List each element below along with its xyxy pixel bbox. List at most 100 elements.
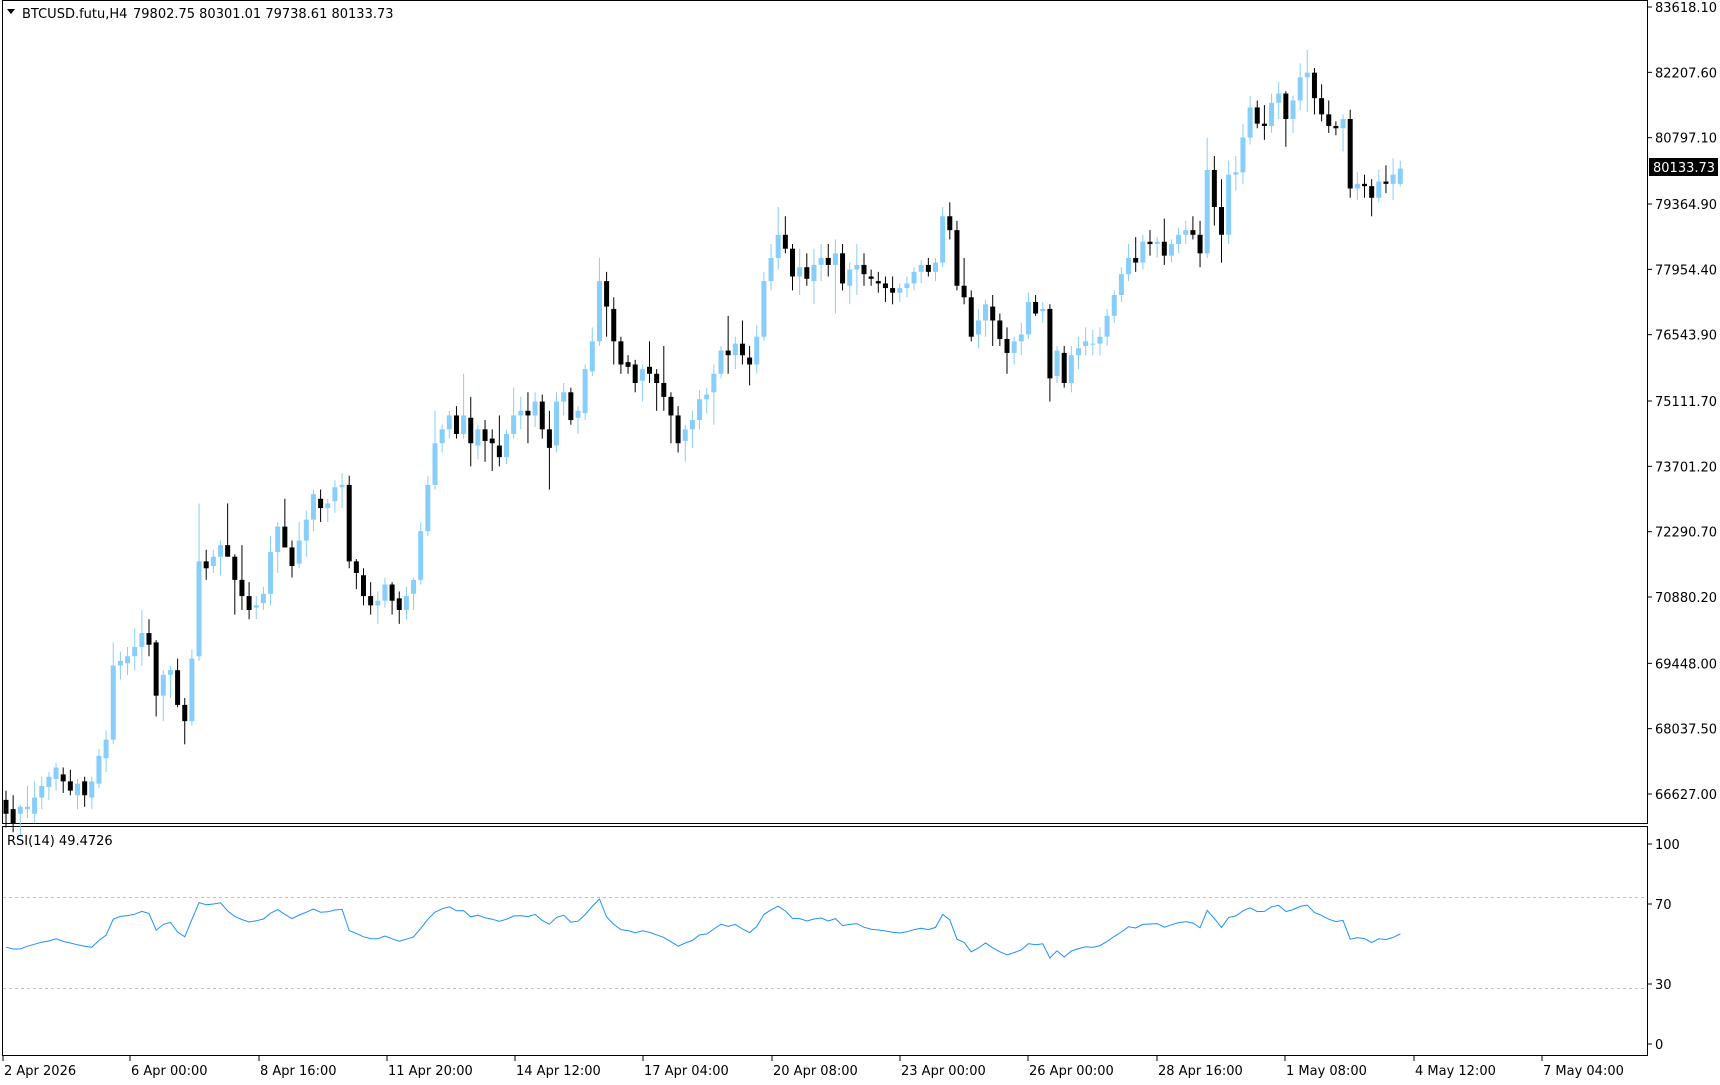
price-axis[interactable]: 83618.10 82207.60 80797.10 79364.90 77954.40… [1647,1,1717,803]
price-tick-label: 82207.60 [1655,66,1717,81]
candle-body [339,484,345,488]
candle-body [453,415,459,434]
price-tick-label: 83618.10 [1655,1,1717,16]
candle-body [67,781,73,791]
time-axis[interactable]: 2 Apr 2026 6 Apr 00:00 8 Apr 16:00 11 Apr 2… [2,1055,1624,1079]
candle-body [268,552,274,594]
candle-body [804,267,810,279]
candle-body [432,443,438,485]
candle-body [139,633,145,648]
candle-body [353,561,359,573]
candle-body [182,704,188,722]
price-tick-label: 75111.70 [1655,395,1717,410]
candle-body [1161,241,1167,256]
candle-body [82,781,88,796]
candle-body [461,415,467,434]
candle-body [1333,125,1339,129]
candle-body [117,660,123,666]
candle-body [1033,301,1039,314]
candle-body [747,357,753,365]
rsi-label: RSI(14) 49.4726 [7,834,113,849]
candle-body [167,670,173,675]
candle-body [1347,119,1353,189]
candle-body [1269,102,1275,126]
price-tick-label: 69448.00 [1655,657,1717,672]
candle-body [1126,257,1132,275]
candle-body [260,593,266,604]
candle [954,220,960,291]
candle-body [1147,241,1153,245]
candle-body [1226,174,1232,235]
candle-body [146,633,152,645]
candle-body [1097,336,1103,344]
candle-body [775,234,781,258]
candle-body [218,545,223,557]
candle-body [761,281,767,337]
candle-body [604,281,610,307]
candle-body [647,366,652,374]
candle-body [1390,174,1396,184]
candle [418,521,424,585]
candle-body [75,783,80,796]
candle-body [832,253,838,265]
candle-body [554,401,560,446]
candle-body [232,556,238,580]
candle-body [811,264,817,282]
candle-body [739,343,745,356]
candle-body [346,484,352,562]
candle-body [518,410,524,416]
candle-body [1140,241,1146,263]
candle-body [632,364,638,384]
candle-body [668,396,674,416]
candle-body [1061,352,1067,384]
price-pane[interactable] [2,0,1648,824]
candle-body [1040,308,1046,312]
candle-body [1283,93,1289,120]
time-tick-label: 8 Apr 16:00 [260,1064,337,1079]
rsi-tick-label: 30 [1655,978,1672,993]
candle-body [361,575,366,597]
candle-body [975,320,981,335]
candle [968,290,974,342]
time-tick-label: 14 Apr 12:00 [516,1064,601,1079]
candle-body [318,498,324,509]
candle-body [625,362,631,367]
candle-body [1311,72,1317,99]
rsi-pane[interactable] [2,826,1648,1056]
candle-body [325,503,331,509]
candle-body [239,579,245,597]
candle-body [768,257,774,282]
candle-body [332,487,338,502]
candle-body [1011,341,1017,353]
candle [582,364,588,421]
candle [189,649,195,726]
candle-body [782,234,788,249]
candle-body [125,656,131,664]
candle-body [1219,207,1224,235]
candle-body [96,755,102,784]
candle-body [875,281,881,284]
candle-body [754,336,760,365]
candle-body [539,401,545,430]
candle-body [1397,168,1403,184]
candle-body [39,785,45,798]
candle-body [375,600,381,606]
candle-body [797,267,803,277]
candle [718,345,724,379]
time-tick-label: 1 May 08:00 [1286,1064,1367,1079]
candle-body [1276,93,1282,103]
candle-body [1354,183,1360,189]
candle-body [1197,234,1203,254]
time-tick-label: 4 May 12:00 [1415,1064,1496,1079]
candle-body [403,596,409,610]
candle-body [818,257,824,265]
candle-body [389,584,395,601]
ohlc-readout: 79802.75 80301.01 79738.61 80133.73 [133,7,394,22]
rsi-axis: 100 70 30 0 [1647,838,1680,1053]
candle-body [1254,107,1260,124]
candle-body [718,350,724,374]
candle-body [661,383,667,397]
candle-body [1190,230,1196,235]
candle-body [847,269,853,286]
candle-body [1047,308,1053,379]
